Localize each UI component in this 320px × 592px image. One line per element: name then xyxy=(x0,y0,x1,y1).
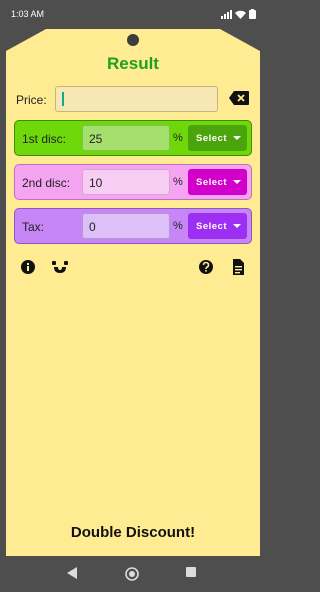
tag-hole xyxy=(127,34,139,46)
select-label: Select xyxy=(196,177,227,188)
dropdown-arrow-icon xyxy=(233,136,241,140)
first-discount-select-button[interactable]: Select xyxy=(188,125,247,151)
status-icons xyxy=(221,9,256,19)
second-discount-label: 2nd disc: xyxy=(22,176,71,190)
second-discount-select-button[interactable]: Select xyxy=(188,169,247,195)
page-title: Result xyxy=(107,54,159,73)
tax-percent: % xyxy=(173,220,183,232)
select-label: Select xyxy=(196,221,227,232)
status-time: 1:03 AM xyxy=(11,9,45,19)
android-nav-bar xyxy=(0,556,266,592)
backspace-icon[interactable] xyxy=(229,91,249,105)
info-icon[interactable] xyxy=(20,259,36,275)
home-icon[interactable] xyxy=(125,567,139,581)
help-icon[interactable] xyxy=(198,259,214,275)
recents-icon[interactable] xyxy=(186,567,196,577)
price-input[interactable] xyxy=(55,86,218,112)
first-discount-row: 1st disc: 25 % Select xyxy=(14,120,252,156)
document-icon[interactable] xyxy=(230,259,246,275)
text-caret xyxy=(62,92,64,106)
tax-label: Tax: xyxy=(22,220,45,234)
tax-select-button[interactable]: Select xyxy=(188,213,247,239)
dropdown-arrow-icon xyxy=(233,180,241,184)
first-discount-percent: % xyxy=(173,132,183,144)
price-tag-card: Result Price: 1st disc: 25 % Select 2nd … xyxy=(6,29,260,556)
percent-mode-icon[interactable] xyxy=(52,259,68,275)
status-bar: 1:03 AM xyxy=(0,0,266,28)
signal-icon xyxy=(221,9,232,19)
mode-label: Double Discount! xyxy=(70,524,196,541)
tax-input[interactable]: 0 xyxy=(82,213,170,239)
second-discount-input[interactable]: 10 xyxy=(82,169,170,195)
wifi-icon xyxy=(235,10,246,19)
select-label: Select xyxy=(196,133,227,144)
tax-row: Tax: 0 % Select xyxy=(14,208,252,244)
first-discount-input[interactable]: 25 xyxy=(82,125,170,151)
second-discount-row: 2nd disc: 10 % Select xyxy=(14,164,252,200)
second-discount-percent: % xyxy=(173,176,183,188)
first-discount-label: 1st disc: xyxy=(22,132,67,146)
price-label: Price: xyxy=(16,93,47,107)
dropdown-arrow-icon xyxy=(233,224,241,228)
battery-icon xyxy=(249,9,256,19)
back-icon[interactable] xyxy=(67,567,78,579)
